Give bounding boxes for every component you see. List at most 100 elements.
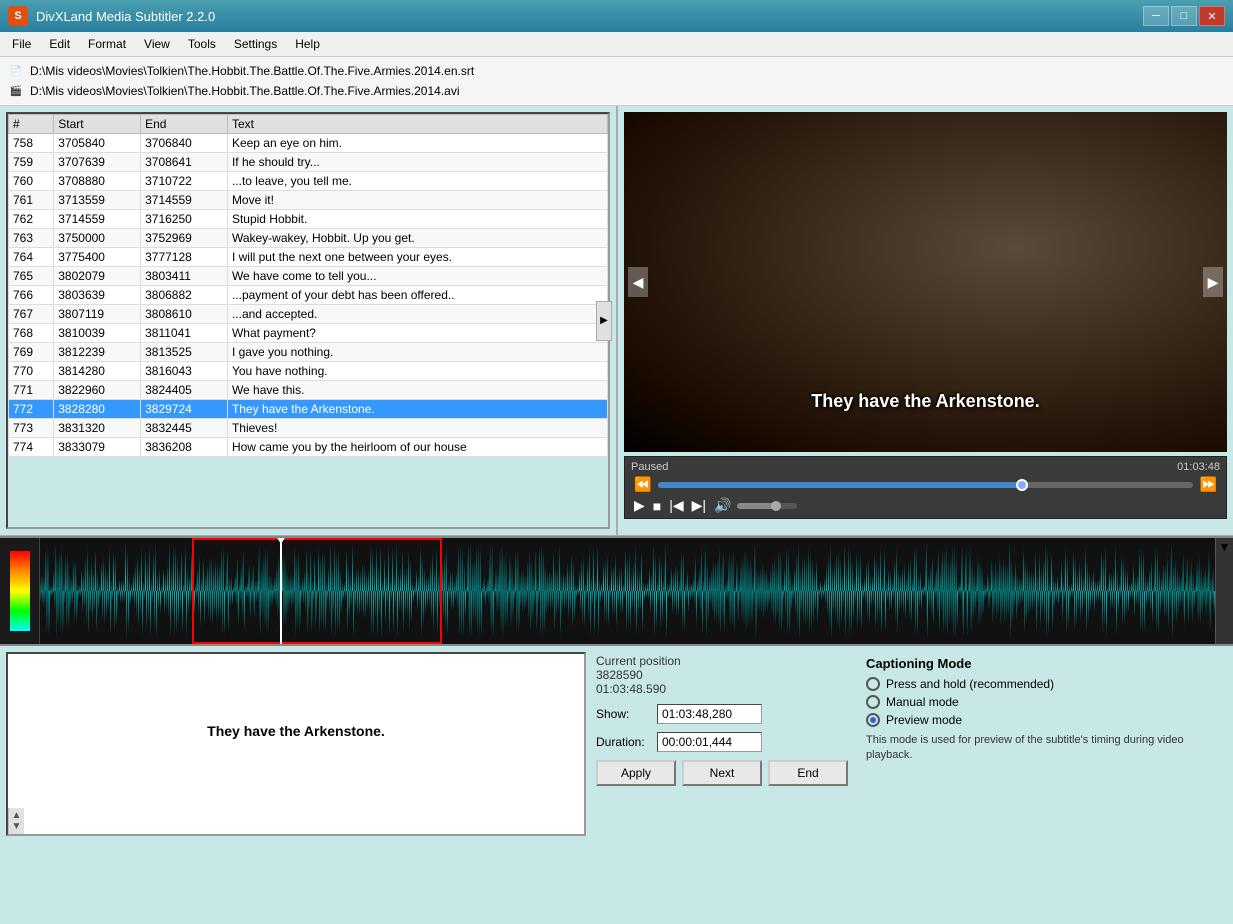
fast-fwd-button[interactable]: ⏩ xyxy=(1197,476,1220,493)
waveform-scroll[interactable]: ▼ xyxy=(1215,538,1233,644)
waveform-canvas[interactable] xyxy=(40,538,1215,644)
cell-start: 3828280 xyxy=(54,400,141,419)
table-row[interactable]: 77238282803829724They have the Arkenston… xyxy=(9,400,608,419)
cell-text: ...payment of your debt has been offered… xyxy=(227,286,607,305)
close-button[interactable]: ✕ xyxy=(1199,6,1225,26)
menu-item-settings[interactable]: Settings xyxy=(226,34,285,54)
fast-rev-button[interactable]: ⏪ xyxy=(631,476,654,493)
captioning-mode-title: Captioning Mode xyxy=(866,656,1219,671)
cell-text: Thieves! xyxy=(227,419,607,438)
table-row[interactable]: 77438330793836208How came you by the hei… xyxy=(9,438,608,457)
end-button[interactable]: End xyxy=(768,760,848,786)
table-row[interactable]: 76838100393811041What payment? xyxy=(9,324,608,343)
table-row[interactable]: 76437754003777128I will put the next one… xyxy=(9,248,608,267)
video-nav-right[interactable]: ▶ xyxy=(1203,267,1223,297)
cell-start: 3802079 xyxy=(54,267,141,286)
video-subtitle: They have the Arkenstone. xyxy=(811,391,1039,412)
radio-row-1[interactable]: Manual mode xyxy=(866,695,1219,709)
table-row[interactable]: 77038142803816043You have nothing. xyxy=(9,362,608,381)
video-nav-left[interactable]: ◀ xyxy=(628,267,648,297)
cell-end: 3777128 xyxy=(141,248,228,267)
cell-num: 762 xyxy=(9,210,54,229)
seek-thumb xyxy=(1016,479,1028,491)
cell-start: 3750000 xyxy=(54,229,141,248)
waveform-section[interactable]: ▼ xyxy=(0,536,1233,646)
video-frame: ◀ ▶ They have the Arkenstone. xyxy=(624,112,1227,452)
position-label: Current position xyxy=(596,654,848,668)
titlebar-title: DivXLand Media Subtitler 2.2.0 xyxy=(36,9,215,24)
apply-button[interactable]: Apply xyxy=(596,760,676,786)
show-input[interactable] xyxy=(657,704,762,724)
table-row[interactable]: 77338313203832445Thieves! xyxy=(9,419,608,438)
menu-item-help[interactable]: Help xyxy=(287,34,328,54)
minimize-button[interactable]: ─ xyxy=(1143,6,1169,26)
menu-item-format[interactable]: Format xyxy=(80,34,134,54)
titlebar-controls: ─ □ ✕ xyxy=(1143,6,1225,26)
radio-btn-0[interactable] xyxy=(866,677,880,691)
cell-end: 3716250 xyxy=(141,210,228,229)
cell-text: If he should try... xyxy=(227,153,607,172)
srt-path-row: 📄 D:\Mis videos\Movies\Tolkien\The.Hobbi… xyxy=(8,61,1225,81)
cell-end: 3710722 xyxy=(141,172,228,191)
radio-btn-1[interactable] xyxy=(866,695,880,709)
col-start: Start xyxy=(54,115,141,134)
radio-row-0[interactable]: Press and hold (recommended) xyxy=(866,677,1219,691)
table-row[interactable]: 76137135593714559Move it! xyxy=(9,191,608,210)
play-button[interactable]: ▶ xyxy=(631,497,648,514)
cell-end: 3706840 xyxy=(141,134,228,153)
radio-label-0: Press and hold (recommended) xyxy=(886,677,1054,691)
cell-end: 3752969 xyxy=(141,229,228,248)
table-row[interactable]: 76638036393806882...payment of your debt… xyxy=(9,286,608,305)
cell-num: 760 xyxy=(9,172,54,191)
cell-num: 768 xyxy=(9,324,54,343)
menu-item-edit[interactable]: Edit xyxy=(41,34,78,54)
table-row[interactable]: 77138229603824405We have this. xyxy=(9,381,608,400)
cell-start: 3775400 xyxy=(54,248,141,267)
table-row[interactable]: 76237145593716250Stupid Hobbit. xyxy=(9,210,608,229)
menu-item-file[interactable]: File xyxy=(4,34,39,54)
subtitle-table-wrap[interactable]: # Start End Text 75837058403706840Keep a… xyxy=(6,112,610,529)
radio-btn-2[interactable] xyxy=(866,713,880,727)
cell-text: They have the Arkenstone. xyxy=(227,400,607,419)
caption-text-area[interactable]: They have the Arkenstone. ▲ ▼ xyxy=(6,652,586,836)
caption-scroll[interactable]: ▲ ▼ xyxy=(8,808,24,834)
table-row[interactable]: 76538020793803411We have come to tell yo… xyxy=(9,267,608,286)
volume-bar[interactable] xyxy=(737,503,797,509)
caption-scroll-up[interactable]: ▲ xyxy=(12,810,22,821)
avi-filepath: D:\Mis videos\Movies\Tolkien\The.Hobbit.… xyxy=(30,84,460,98)
table-row[interactable]: 76037088803710722...to leave, you tell m… xyxy=(9,172,608,191)
player-controls: Paused 01:03:48 ⏪ ⏩ ▶ ■ |◀ ▶| 🔊 xyxy=(624,456,1227,519)
table-row[interactable]: 75937076393708641If he should try... xyxy=(9,153,608,172)
duration-input[interactable] xyxy=(657,732,762,752)
maximize-button[interactable]: □ xyxy=(1171,6,1197,26)
cell-num: 769 xyxy=(9,343,54,362)
seek-progress xyxy=(658,482,1021,488)
cell-start: 3705840 xyxy=(54,134,141,153)
table-row[interactable]: 75837058403706840Keep an eye on him. xyxy=(9,134,608,153)
menubar: FileEditFormatViewToolsSettingsHelp xyxy=(0,32,1233,57)
filepaths: 📄 D:\Mis videos\Movies\Tolkien\The.Hobbi… xyxy=(0,57,1233,106)
subtitle-table: # Start End Text 75837058403706840Keep a… xyxy=(8,114,608,457)
mode-description: This mode is used for preview of the sub… xyxy=(866,733,1186,764)
table-row[interactable]: 76938122393813525I gave you nothing. xyxy=(9,343,608,362)
cell-end: 3832445 xyxy=(141,419,228,438)
cell-start: 3810039 xyxy=(54,324,141,343)
volume-button[interactable]: 🔊 xyxy=(711,497,734,514)
table-row[interactable]: 76337500003752969Wakey-wakey, Hobbit. Up… xyxy=(9,229,608,248)
skip-back-button[interactable]: |◀ xyxy=(666,497,686,514)
skip-fwd-button[interactable]: ▶| xyxy=(689,497,709,514)
cell-start: 3803639 xyxy=(54,286,141,305)
stop-button[interactable]: ■ xyxy=(650,498,664,514)
cell-text: Keep an eye on him. xyxy=(227,134,607,153)
next-button[interactable]: Next xyxy=(682,760,762,786)
menu-item-tools[interactable]: Tools xyxy=(180,34,224,54)
table-scroll-arrow[interactable]: ▶ xyxy=(596,301,612,341)
table-row[interactable]: 76738071193808610...and accepted. xyxy=(9,305,608,324)
volume-thumb xyxy=(771,501,781,511)
menu-item-view[interactable]: View xyxy=(136,34,178,54)
cell-num: 771 xyxy=(9,381,54,400)
seek-bar[interactable] xyxy=(658,482,1192,488)
controls-row: ▶ ■ |◀ ▶| 🔊 xyxy=(631,497,1220,514)
caption-scroll-down[interactable]: ▼ xyxy=(12,821,22,832)
radio-row-2[interactable]: Preview mode xyxy=(866,713,1219,727)
